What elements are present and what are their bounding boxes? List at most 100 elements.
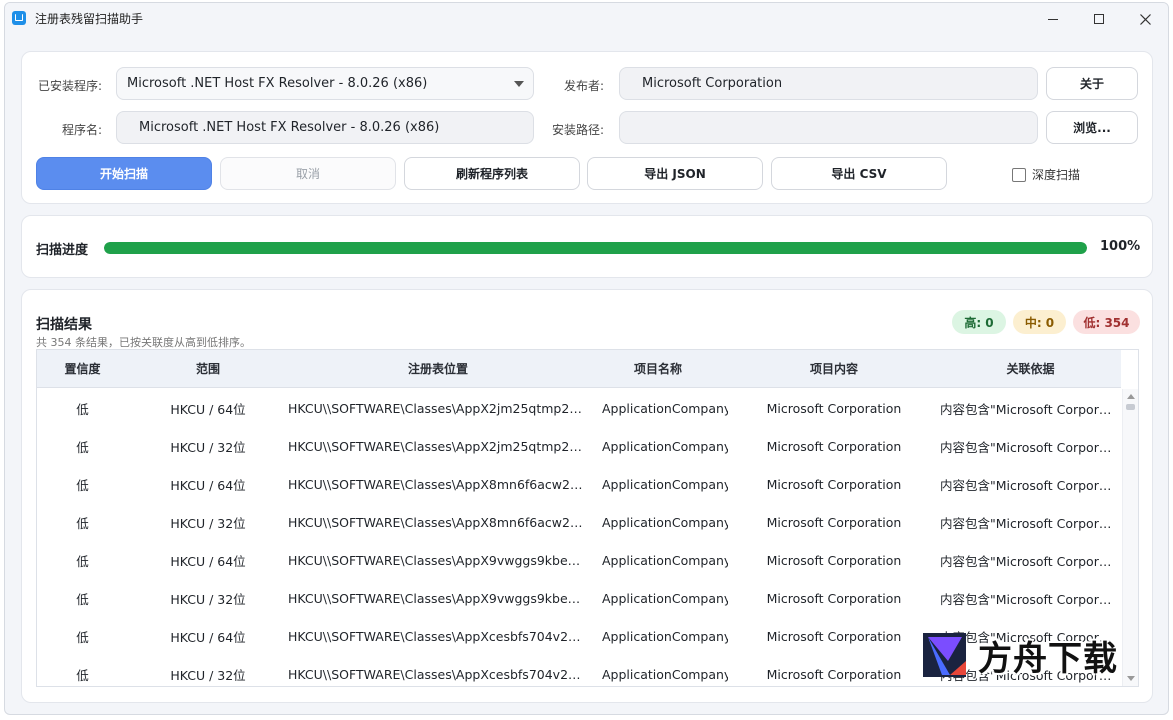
publisher-field[interactable]: Microsoft Corporation [619, 67, 1038, 100]
cell-item-content: Microsoft Corporation [728, 465, 940, 503]
cell-confidence-text: 低 [76, 401, 89, 417]
cell-reason: 内容包含"Microsoft Corporati... [940, 389, 1121, 427]
cell-item-content-text: Microsoft Corporation [766, 628, 902, 644]
cell-registry-path-text: HKCU\\SOFTWARE\Classes\AppXcesbfs704v2mj… [288, 628, 588, 644]
cell-confidence-text: 低 [76, 477, 89, 493]
column-header-reason[interactable]: 关联依据 [940, 350, 1121, 387]
cell-registry-path: HKCU\\SOFTWARE\Classes\AppX8mn6f6acw2d3h… [288, 503, 588, 541]
refresh-list-button[interactable]: 刷新程序列表 [404, 157, 580, 190]
cell-item-name-text: ApplicationCompany [602, 628, 728, 644]
cell-scope-text: HKCU / 32位 [170, 667, 246, 683]
table-row[interactable]: 低 HKCU / 32位 HKCU\\SOFTWARE\Classes\AppX9v… [37, 579, 1121, 617]
cell-item-name-text: ApplicationCompany [602, 400, 728, 416]
cell-reason-text: 内容包含"Microsoft Corporati... [940, 515, 1118, 531]
results-title: 扫描结果 [36, 317, 92, 333]
table-row[interactable]: 低 HKCU / 64位 HKCU\\SOFTWARE\Classes\AppX9v… [37, 541, 1121, 579]
column-header-item-name[interactable]: 项目名称 [588, 350, 728, 387]
column-header-registry-path[interactable]: 注册表位置 [288, 350, 588, 387]
mid-count-badge: 中: 0 [1013, 310, 1066, 334]
about-button[interactable]: 关于 [1046, 67, 1138, 100]
scroll-up-icon[interactable] [1127, 394, 1135, 399]
cell-confidence-text: 低 [76, 667, 89, 683]
program-name-field[interactable]: Microsoft .NET Host FX Resolver - 8.0.26… [116, 111, 534, 144]
installed-programs-select[interactable]: Microsoft .NET Host FX Resolver - 8.0.26… [116, 67, 534, 100]
start-scan-button[interactable]: 开始扫描 [36, 157, 212, 190]
cell-reason: 内容包含"Microsoft Corporati... [940, 503, 1121, 541]
cell-registry-path: HKCU\\SOFTWARE\Classes\AppX9vwggs9kbe3mn… [288, 579, 588, 617]
cell-item-name-text: ApplicationCompany [602, 438, 728, 454]
cell-scope-text: HKCU / 64位 [170, 629, 246, 645]
cell-item-name-text: ApplicationCompany [602, 514, 728, 530]
deep-scan-checkbox[interactable] [1012, 167, 1026, 182]
cell-item-name-text: ApplicationCompany [602, 666, 728, 682]
cell-registry-path: HKCU\\SOFTWARE\Classes\AppX2jm25qtmp2qxs… [288, 427, 588, 465]
cell-item-content-text: Microsoft Corporation [766, 552, 902, 568]
table-row[interactable]: 低 HKCU / 32位 HKCU\\SOFTWARE\Classes\AppX8m… [37, 503, 1121, 541]
export-json-button[interactable]: 导出 JSON [587, 157, 763, 190]
progress-bar [104, 242, 1087, 254]
cell-item-content-text: Microsoft Corporation [766, 476, 902, 492]
column-header-scope[interactable]: 范围 [128, 350, 288, 387]
cell-registry-path-text: HKCU\\SOFTWARE\Classes\AppXcesbfs704v2mj… [288, 666, 588, 682]
install-path-field[interactable] [619, 111, 1038, 144]
cell-scope-text: HKCU / 32位 [170, 515, 246, 531]
watermark-text: 方舟下载 [978, 638, 1118, 679]
arrow-logo-icon [923, 633, 966, 677]
cell-item-name: ApplicationCompany [588, 427, 728, 465]
cell-scope-text: HKCU / 32位 [170, 591, 246, 607]
cell-item-content: Microsoft Corporation [728, 503, 940, 541]
minimize-button[interactable] [1030, 3, 1076, 35]
cell-item-name-text: ApplicationCompany [602, 476, 728, 492]
cell-registry-path: HKCU\\SOFTWARE\Classes\AppX8mn6f6acw2d3h… [288, 465, 588, 503]
close-button[interactable] [1122, 3, 1168, 35]
cell-registry-path-text: HKCU\\SOFTWARE\Classes\AppX2jm25qtmp2qxs… [288, 400, 588, 416]
progress-percent: 100% [1100, 239, 1141, 254]
cell-reason: 内容包含"Microsoft Corporati... [940, 465, 1121, 503]
program-name-label: 程序名: [61, 123, 102, 137]
cell-item-name: ApplicationCompany [588, 503, 728, 541]
cell-confidence: 低 [37, 503, 128, 541]
cell-scope: HKCU / 32位 [128, 427, 288, 465]
install-path-label: 安装路径: [551, 123, 604, 137]
cell-reason-text: 内容包含"Microsoft Corporati... [940, 553, 1118, 569]
cell-reason: 内容包含"Microsoft Corporati... [940, 427, 1121, 465]
cell-item-name-text: ApplicationCompany [602, 590, 728, 606]
cell-item-content: Microsoft Corporation [728, 617, 940, 655]
deep-scan-toggle[interactable]: 深度扫描 [1012, 166, 1080, 183]
installed-programs-label: 已安装程序: [37, 79, 102, 93]
cell-registry-path-text: HKCU\\SOFTWARE\Classes\AppX8mn6f6acw2d3h… [288, 476, 588, 492]
cell-scope: HKCU / 32位 [128, 503, 288, 541]
table-row[interactable]: 低 HKCU / 64位 HKCU\\SOFTWARE\Classes\AppX8m… [37, 465, 1121, 503]
browse-button[interactable]: 浏览... [1046, 111, 1138, 144]
cell-item-content: Microsoft Corporation [728, 579, 940, 617]
cell-item-content: Microsoft Corporation [728, 655, 940, 686]
high-count-badge: 高: 0 [952, 310, 1006, 334]
cell-item-name: ApplicationCompany [588, 617, 728, 655]
cell-reason-text: 内容包含"Microsoft Corporati... [940, 477, 1118, 493]
cell-scope: HKCU / 32位 [128, 579, 288, 617]
cell-confidence: 低 [37, 579, 128, 617]
cell-registry-path: HKCU\\SOFTWARE\Classes\AppX2jm25qtmp2qxs… [288, 389, 588, 427]
cell-registry-path-text: HKCU\\SOFTWARE\Classes\AppX2jm25qtmp2qxs… [288, 438, 588, 454]
cell-confidence-text: 低 [76, 591, 89, 607]
scroll-thumb[interactable] [1126, 404, 1135, 410]
export-csv-button[interactable]: 导出 CSV [771, 157, 947, 190]
table-row[interactable]: 低 HKCU / 64位 HKCU\\SOFTWARE\Classes\AppX2j… [37, 389, 1121, 427]
cell-reason: 内容包含"Microsoft Corporati... [940, 541, 1121, 579]
column-header-confidence[interactable]: 置信度 [37, 350, 128, 387]
cell-item-content: Microsoft Corporation [728, 541, 940, 579]
window-title: 注册表残留扫描助手 [35, 12, 144, 26]
table-row[interactable]: 低 HKCU / 32位 HKCU\\SOFTWARE\Classes\AppX2j… [37, 427, 1121, 465]
program-name-value: Microsoft .NET Host FX Resolver - 8.0.26… [139, 120, 440, 135]
cell-registry-path-text: HKCU\\SOFTWARE\Classes\AppX8mn6f6acw2d3h… [288, 514, 588, 530]
cancel-button[interactable]: 取消 [220, 157, 396, 190]
cell-registry-path: HKCU\\SOFTWARE\Classes\AppXcesbfs704v2mj… [288, 617, 588, 655]
cell-item-content-text: Microsoft Corporation [766, 400, 902, 416]
cell-registry-path: HKCU\\SOFTWARE\Classes\AppXcesbfs704v2mj… [288, 655, 588, 686]
cell-confidence-text: 低 [76, 515, 89, 531]
maximize-button[interactable] [1076, 3, 1122, 35]
cell-confidence: 低 [37, 389, 128, 427]
column-header-item-content[interactable]: 项目内容 [728, 350, 940, 387]
cell-reason: 内容包含"Microsoft Corporati... [940, 579, 1121, 617]
cell-reason-text: 内容包含"Microsoft Corporati... [940, 401, 1118, 417]
